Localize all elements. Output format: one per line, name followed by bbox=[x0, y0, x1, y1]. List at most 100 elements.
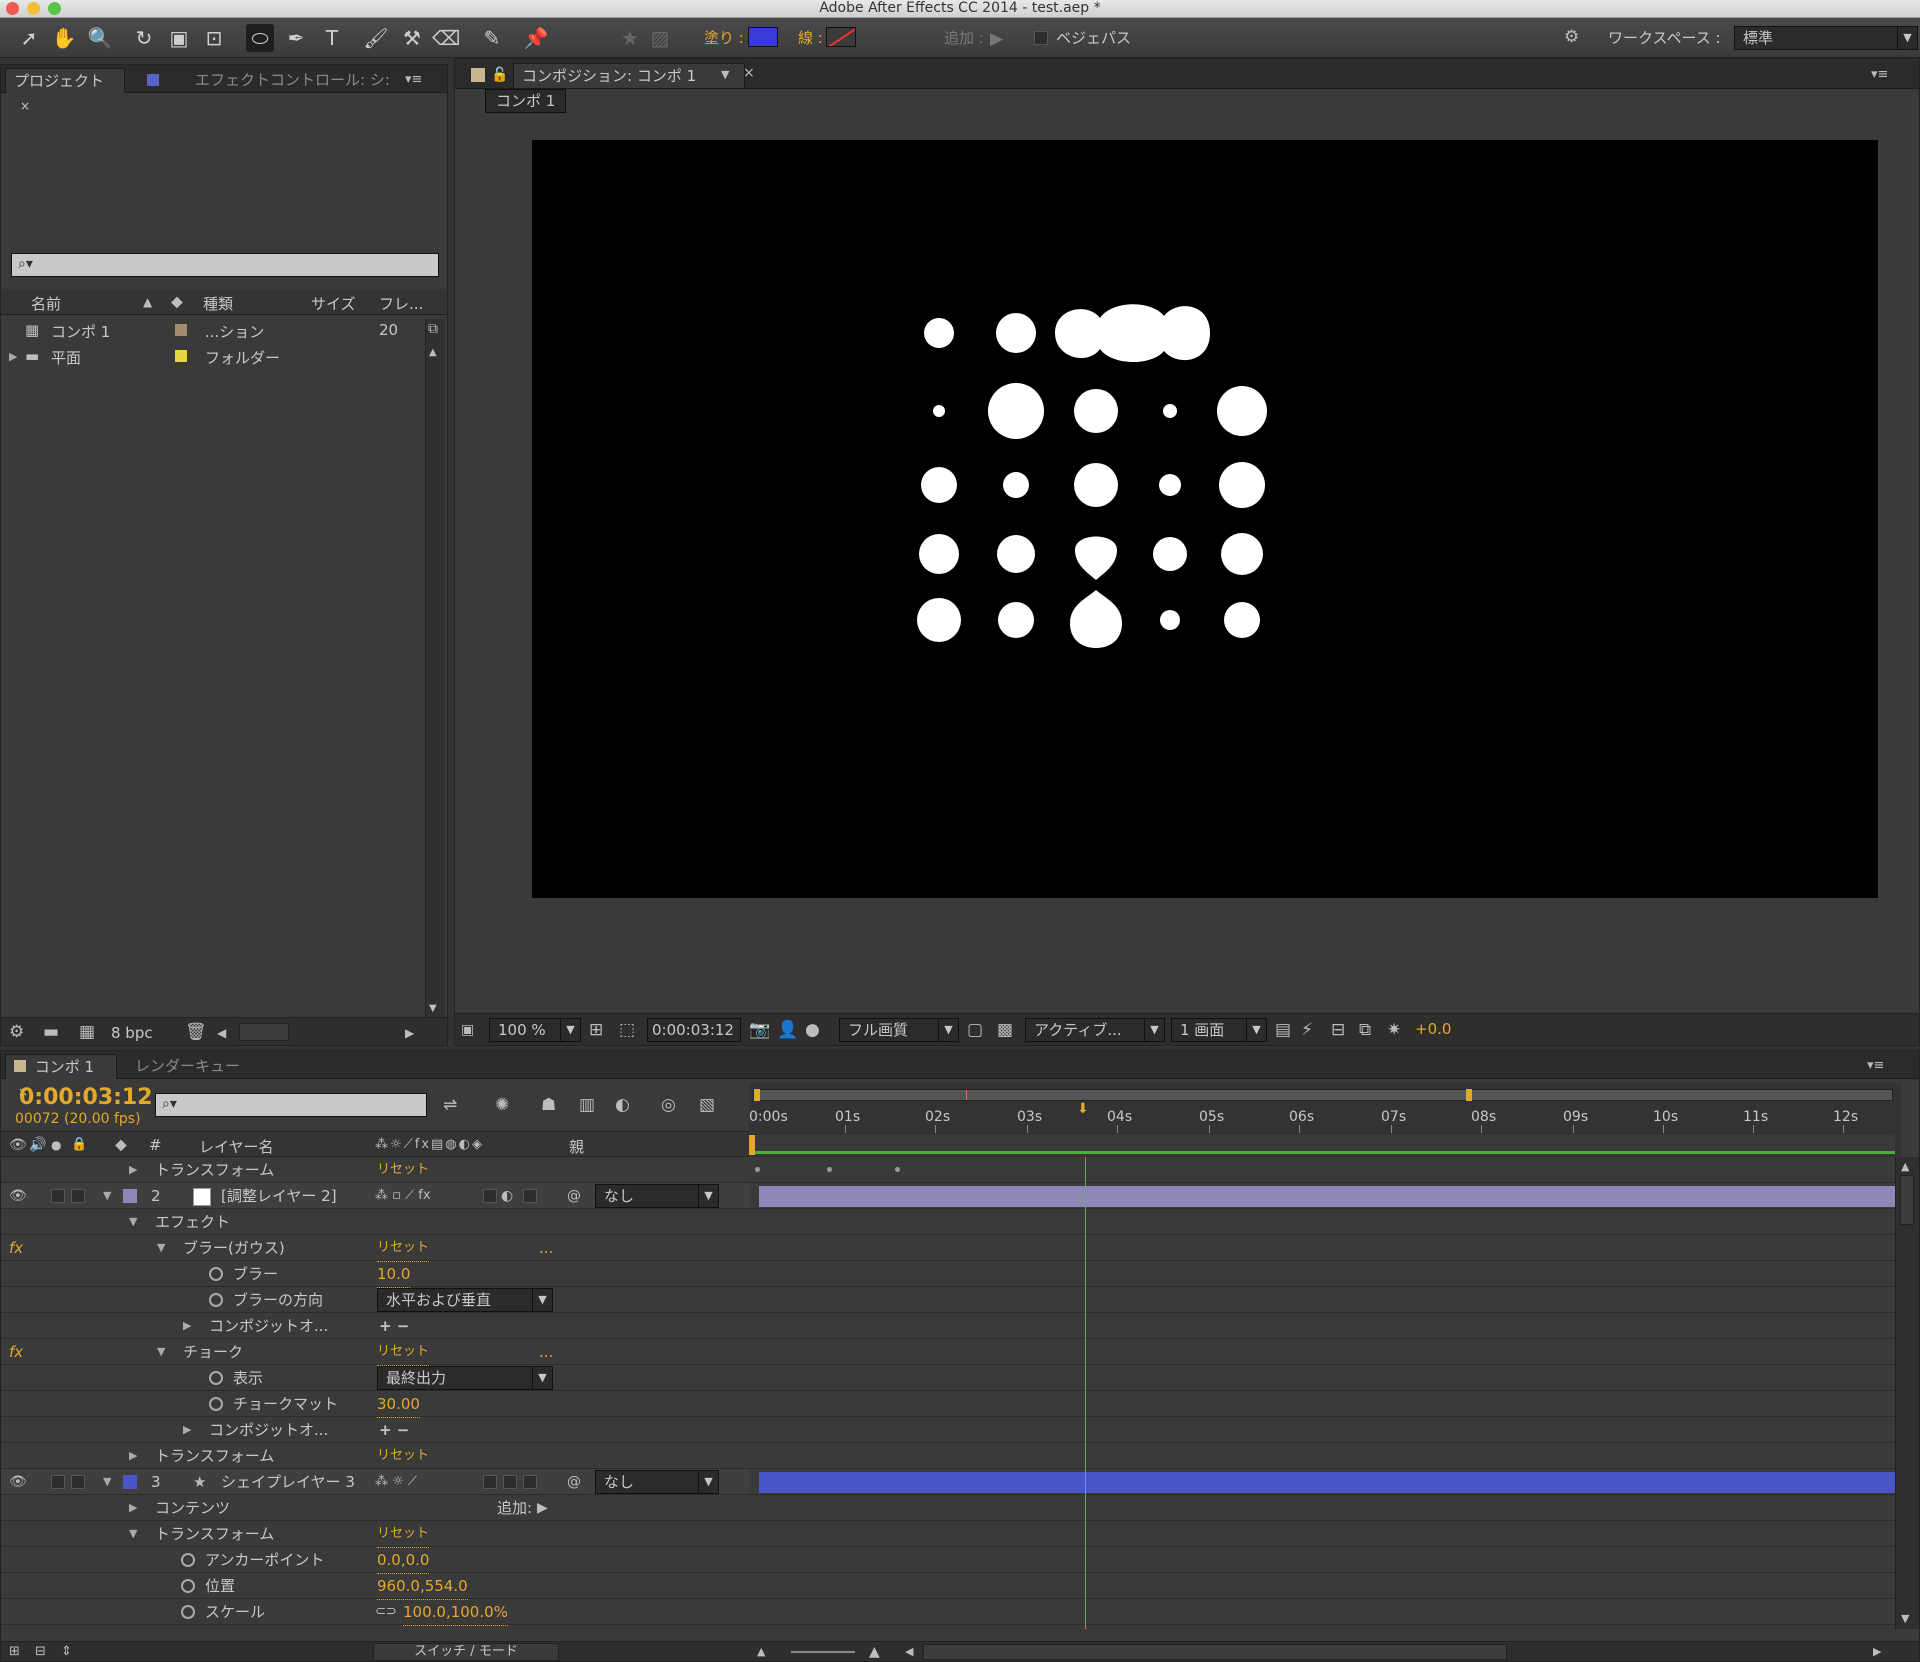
disclosure-triangle-icon[interactable]: ▼ bbox=[157, 1339, 165, 1365]
lock-icon[interactable]: 🔓 bbox=[491, 65, 508, 85]
show-snapshot-icon[interactable]: 👤 bbox=[777, 1020, 798, 1040]
layer-switches-icons[interactable]: ⁂ ☼ ⟋ bbox=[375, 1472, 435, 1492]
snapshot-camera-icon[interactable]: 📷 bbox=[749, 1020, 770, 1040]
switch-checkbox[interactable] bbox=[503, 1475, 517, 1489]
keyframe-marker[interactable] bbox=[755, 1167, 760, 1172]
disclosure-triangle-icon[interactable]: ▼ bbox=[103, 1469, 111, 1495]
frame-blending-icon[interactable]: ▥ bbox=[579, 1095, 595, 1115]
lock-checkbox[interactable] bbox=[71, 1189, 85, 1203]
workspace-dropdown[interactable]: 標準 ▼ bbox=[1734, 26, 1918, 50]
scroll-down-icon[interactable]: ▼ bbox=[1901, 1609, 1909, 1629]
playhead-icon[interactable]: ⬇ bbox=[1077, 1101, 1089, 1117]
eye-icon[interactable]: 👁 bbox=[9, 1186, 27, 1206]
property-row-view[interactable]: 表示 最終出力 ▼ bbox=[1, 1365, 749, 1391]
pick-whip-icon[interactable]: @ bbox=[567, 1472, 581, 1492]
column-frame[interactable]: フレ... bbox=[379, 293, 423, 314]
effect-row-gaussian-blur[interactable]: fx ▼ ブラー(ガウス) リセット ... bbox=[1, 1235, 749, 1262]
disclosure-triangle-icon[interactable]: ▼ bbox=[157, 1235, 165, 1261]
region-of-interest-icon[interactable]: ▢ bbox=[967, 1020, 983, 1040]
work-area-range[interactable] bbox=[753, 1151, 1895, 1154]
time-ruler[interactable]: 0:00s 01s 02s 03s 04s 05s 06s 07s 08s 09… bbox=[749, 1105, 1895, 1133]
selection-tool-icon[interactable]: ➚ bbox=[15, 24, 43, 52]
disclosure-triangle-icon[interactable]: ▶ bbox=[183, 1313, 191, 1339]
current-time-display[interactable]: 0:00:03:12 bbox=[647, 1018, 741, 1042]
stopwatch-icon[interactable] bbox=[209, 1371, 223, 1385]
roto-brush-tool-icon[interactable]: ✎ bbox=[478, 24, 506, 52]
tab-project[interactable]: プロジェクト × bbox=[5, 68, 125, 113]
interpret-footage-icon[interactable]: ⚙ bbox=[9, 1022, 24, 1042]
fill-color-swatch[interactable] bbox=[748, 27, 778, 47]
horizontal-scroll-thumb[interactable] bbox=[923, 1644, 1507, 1660]
bit-depth-button[interactable]: 8 bpc bbox=[111, 1024, 153, 1042]
chevron-down-icon[interactable]: ▼ bbox=[721, 65, 729, 85]
active-camera-dropdown[interactable]: アクティブ... ▼ bbox=[1025, 1018, 1165, 1042]
stopwatch-icon[interactable] bbox=[209, 1267, 223, 1281]
tab-composition[interactable]: コンポジション: コンポ 1 bbox=[513, 63, 745, 88]
parent-dropdown[interactable]: なし ▼ bbox=[595, 1184, 719, 1208]
panel-menu-icon[interactable]: ▾≡ bbox=[1871, 65, 1888, 85]
parent-dropdown[interactable]: なし ▼ bbox=[595, 1470, 719, 1494]
expand-in-out-icon[interactable]: ⇕ bbox=[61, 1642, 72, 1662]
property-row-blur-direction[interactable]: ブラーの方向 水平および垂直 ▼ bbox=[1, 1287, 749, 1313]
scroll-left-icon[interactable]: ◀ bbox=[217, 1023, 226, 1043]
hand-tool-icon[interactable]: ✋ bbox=[50, 24, 78, 52]
column-parent[interactable]: 親 bbox=[569, 1136, 584, 1157]
layer-bar-shape[interactable] bbox=[759, 1472, 1895, 1493]
property-row[interactable]: ▶ トランスフォーム リセット bbox=[1, 1157, 749, 1184]
transparency-grid-icon[interactable]: ▩ bbox=[997, 1020, 1013, 1040]
navigator-start-handle[interactable] bbox=[754, 1089, 760, 1101]
new-comp-icon[interactable]: ▦ bbox=[79, 1022, 95, 1042]
disclosure-triangle-icon[interactable]: ▼ bbox=[103, 1183, 111, 1209]
scroll-right-icon[interactable]: ▶ bbox=[1873, 1642, 1881, 1662]
layer-search-input[interactable]: ⌕▾ bbox=[155, 1093, 427, 1117]
panel-menu-icon[interactable]: ▾≡ bbox=[405, 70, 422, 90]
eye-icon[interactable]: 👁 bbox=[9, 1472, 27, 1492]
work-area-navigator[interactable] bbox=[753, 1089, 1893, 1101]
draft-3d-icon[interactable]: ✺ bbox=[495, 1095, 509, 1115]
camera-tool-icon[interactable]: ▣ bbox=[165, 24, 193, 52]
project-item-folder[interactable]: ▶ ▬ 平面 フォルダー bbox=[1, 343, 425, 369]
property-row-transform[interactable]: ▶ トランスフォーム リセット bbox=[1, 1443, 749, 1470]
scroll-left-icon[interactable]: ◀ bbox=[905, 1642, 913, 1662]
effects-group-row[interactable]: ▼ エフェクト bbox=[1, 1209, 749, 1235]
expand-modes-icon[interactable]: ⊟ bbox=[35, 1642, 46, 1662]
zoom-dropdown[interactable]: 100 % ▼ bbox=[489, 1018, 581, 1042]
disclosure-triangle-icon[interactable]: ▶ bbox=[183, 1417, 191, 1443]
property-row-scale[interactable]: スケール ⊂⊃ 100.0,100.0% bbox=[1, 1599, 749, 1626]
work-area-bar[interactable] bbox=[749, 1135, 1895, 1155]
property-row-compositing[interactable]: ▶ コンポジットオ... + − bbox=[1, 1417, 749, 1443]
type-tool-icon[interactable]: T bbox=[318, 24, 346, 52]
project-search-input[interactable]: ⌕▾ bbox=[11, 253, 439, 277]
column-type[interactable]: 種類 bbox=[203, 293, 233, 314]
flowchart-icon[interactable]: ⧉ bbox=[428, 319, 438, 339]
stroke-color-swatch[interactable] bbox=[826, 27, 856, 47]
motion-blur-icon[interactable]: ◐ bbox=[615, 1095, 630, 1115]
fast-previews-icon[interactable]: ⚡ bbox=[1301, 1020, 1313, 1040]
ellipse-tool-icon[interactable]: ⬭ bbox=[246, 24, 274, 52]
time-ruler-area[interactable]: 0:00s 01s 02s 03s 04s 05s 06s 07s 08s 09… bbox=[749, 1083, 1901, 1159]
comp-breadcrumb[interactable]: コンポ 1 bbox=[485, 89, 567, 113]
work-area-start-handle[interactable] bbox=[749, 1135, 755, 1155]
rotate-tool-icon[interactable]: ↻ bbox=[130, 24, 158, 52]
property-row-compositing[interactable]: ▶ コンポジットオ... + − bbox=[1, 1313, 749, 1339]
stopwatch-icon[interactable] bbox=[209, 1397, 223, 1411]
always-preview-icon[interactable]: ▣ bbox=[461, 1020, 474, 1040]
current-timecode[interactable]: 0:00:03:12 bbox=[19, 1085, 153, 1110]
scroll-up-icon[interactable]: ▲ bbox=[429, 343, 437, 363]
stroke-label[interactable]: 線 : bbox=[798, 28, 823, 48]
reset-exposure-icon[interactable]: ✷ bbox=[1387, 1020, 1401, 1040]
stopwatch-icon[interactable] bbox=[209, 1293, 223, 1307]
column-name[interactable]: 名前 bbox=[31, 293, 61, 314]
timeline-icon[interactable]: ⊟ bbox=[1331, 1020, 1345, 1040]
keyframe-marker[interactable] bbox=[827, 1167, 832, 1172]
property-row-blurriness[interactable]: ブラー 10.0 bbox=[1, 1261, 749, 1288]
solo-checkbox[interactable] bbox=[51, 1189, 65, 1203]
project-scrollbar[interactable]: ⧉ ▲ ▼ bbox=[425, 319, 445, 1019]
composition-canvas[interactable] bbox=[532, 140, 1878, 898]
project-item-comp[interactable]: ▦ コンポ 1 ...ション 20 bbox=[1, 317, 425, 343]
zoom-out-icon[interactable]: ▲ bbox=[757, 1642, 765, 1662]
adjustment-switch-icon[interactable]: ◐ bbox=[501, 1186, 513, 1206]
brainstorm-icon[interactable]: ▧ bbox=[699, 1095, 715, 1115]
stopwatch-icon[interactable] bbox=[181, 1553, 195, 1567]
property-row-anchor-point[interactable]: アンカーポイント 0.0,0.0 bbox=[1, 1547, 749, 1574]
